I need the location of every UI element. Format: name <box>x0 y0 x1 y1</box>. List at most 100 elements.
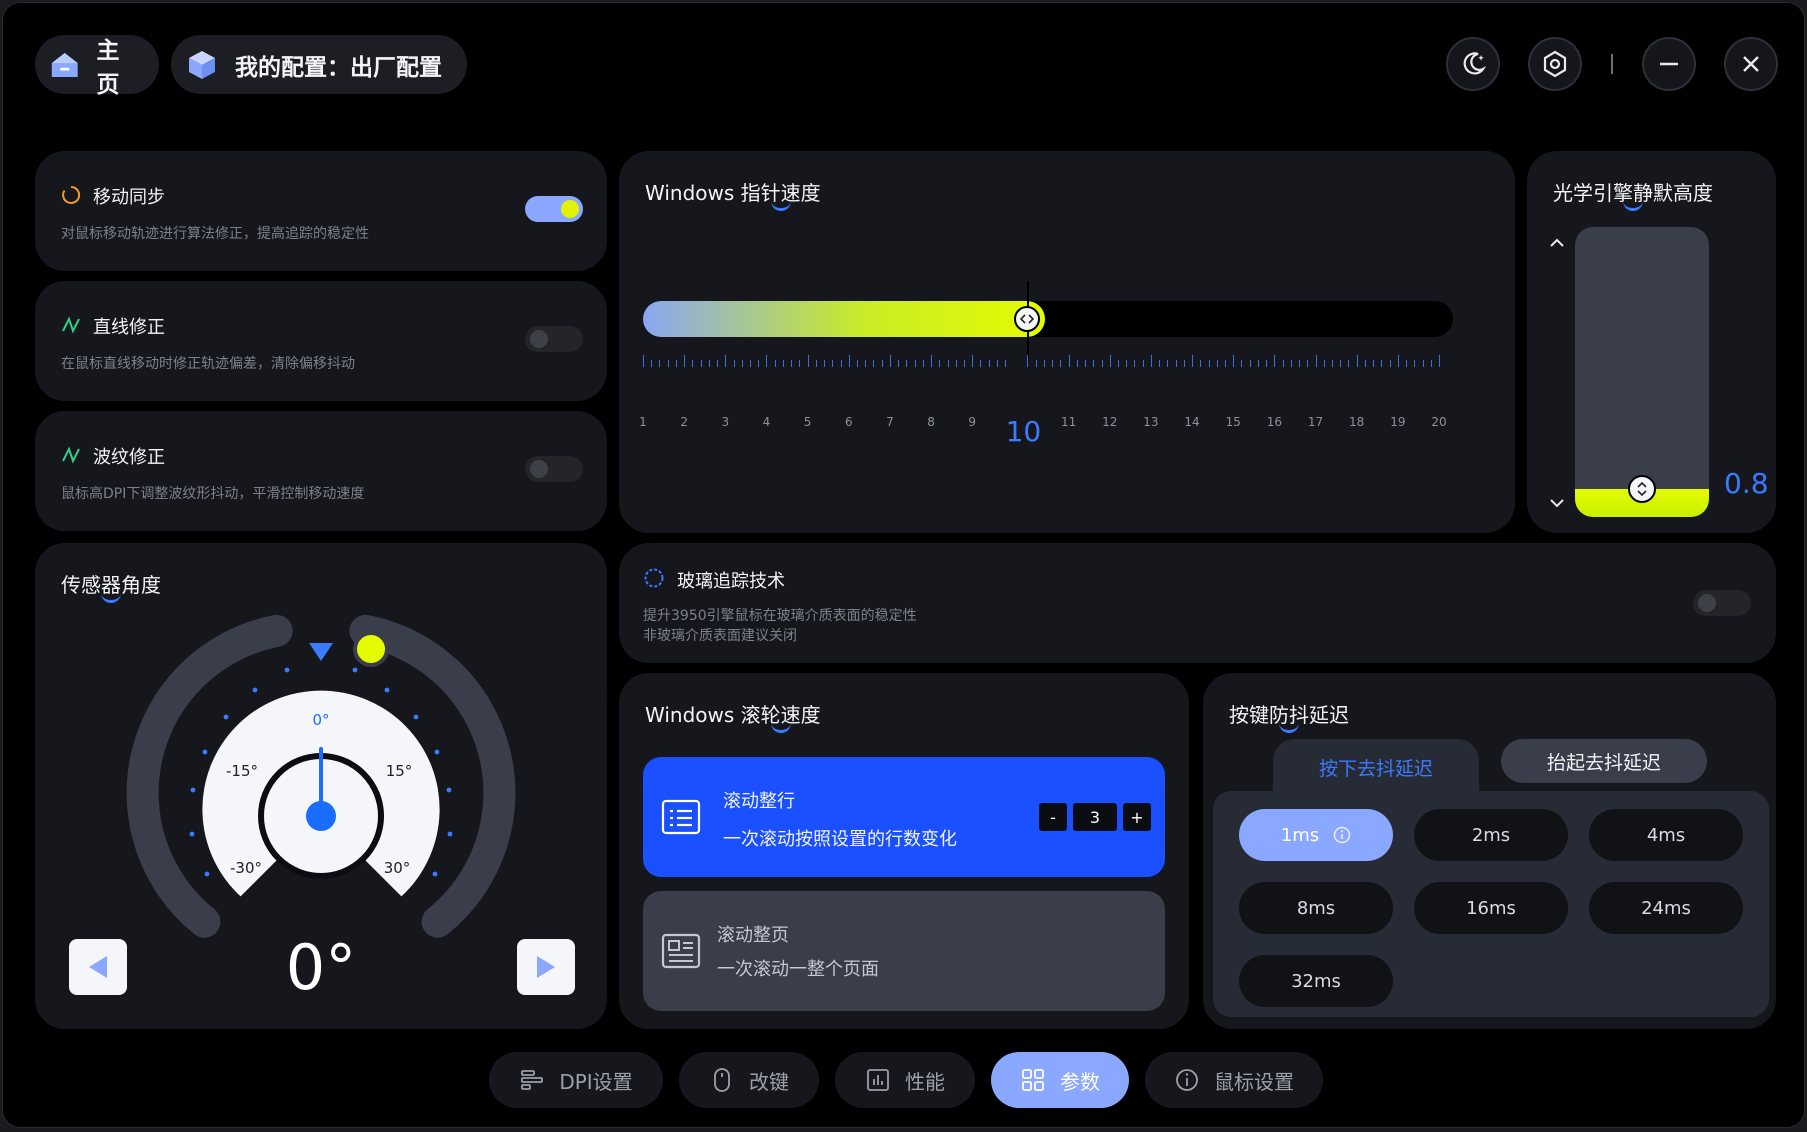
motion-sync-toggle[interactable] <box>525 196 583 222</box>
config-label: 我的配置：出厂配置 <box>235 54 442 81</box>
ripple-control-desc: 鼠标高DPI下调整波纹形抖动，平滑控制移动速度 <box>61 486 365 502</box>
nav-parameters[interactable]: 参数 <box>991 1052 1129 1108</box>
tab-release-debounce[interactable]: 抬起去抖延迟 <box>1501 739 1707 783</box>
scale-tick <box>1331 360 1333 367</box>
scale-tick <box>1439 355 1440 367</box>
scale-tick <box>1422 360 1424 367</box>
scale-tick <box>1381 360 1383 367</box>
motion-sync-title: 移动同步 <box>93 187 165 208</box>
angle-snapping-title: 直线修正 <box>93 317 165 338</box>
info-icon[interactable] <box>1333 826 1351 844</box>
scale-tick <box>889 355 891 367</box>
scroll-line-option[interactable]: 滚动整行 一次滚动按照设置的行数变化 - 3 + <box>643 757 1165 877</box>
scale-tick <box>651 360 653 367</box>
stepper-value[interactable]: 3 <box>1073 803 1117 831</box>
scale-tick <box>931 355 933 367</box>
scale-label: 4 <box>762 415 771 429</box>
angle-handle[interactable] <box>353 631 389 667</box>
cube-icon <box>189 50 215 79</box>
scale-tick <box>996 360 998 367</box>
debounce-option-32ms[interactable]: 32ms <box>1239 955 1393 1007</box>
debounce-card: 按键防抖延迟 按下去抖延迟 抬起去抖延迟 1ms 2ms 4ms 8ms 16m… <box>1203 673 1776 1029</box>
scale-tick <box>1266 360 1268 367</box>
scale-label: 12 <box>1102 415 1118 429</box>
pointer-speed-card: Windows 指针速度 1 2 3 4 5 6 7 8 9 10 11 12 13 14 15 16 17 18… <box>619 151 1515 533</box>
debounce-option-16ms[interactable]: 16ms <box>1414 882 1568 934</box>
theme-toggle-button[interactable] <box>1446 37 1500 91</box>
pointer-speed-fill <box>643 301 1046 337</box>
scale-tick <box>1348 360 1350 367</box>
ripple-control-toggle[interactable] <box>525 456 583 482</box>
config-button[interactable]: 我的配置：出厂配置 <box>171 35 467 94</box>
lod-track[interactable] <box>1575 227 1709 517</box>
moon-icon <box>1463 52 1484 75</box>
settings-button[interactable] <box>1528 37 1582 91</box>
debounce-option-4ms[interactable]: 4ms <box>1589 809 1743 861</box>
drag-arrows-icon <box>1020 314 1035 324</box>
tab-press-debounce[interactable]: 按下去抖延迟 <box>1273 739 1479 795</box>
scale-tick <box>667 360 669 367</box>
info-icon <box>1176 1069 1198 1091</box>
stepper-minus-button[interactable]: - <box>1039 803 1067 831</box>
scale-tick <box>1249 360 1251 367</box>
home-button[interactable]: 主页 <box>35 35 159 98</box>
scroll-speed-title: Windows 滚轮速度 <box>645 703 821 727</box>
scroll-speed-card: Windows 滚轮速度 滚动整行 一次滚动按照设置的行数变化 - 3 + 滚动… <box>619 673 1189 1029</box>
chevron-up-icon[interactable] <box>1547 233 1567 253</box>
minimize-icon <box>1660 62 1678 66</box>
scale-tick <box>865 360 867 367</box>
angle-snapping-toggle[interactable] <box>525 326 583 352</box>
stepper-plus-button[interactable]: + <box>1123 803 1151 831</box>
nav-mouse-settings[interactable]: 鼠标设置 <box>1145 1052 1323 1108</box>
scale-label: 6 <box>844 415 853 429</box>
scale-tick <box>1035 360 1037 367</box>
scale-tick <box>1159 360 1161 367</box>
glass-tracking-toggle[interactable] <box>1693 590 1751 616</box>
scale-tick <box>1027 355 1029 367</box>
pointer-speed-track[interactable] <box>643 301 1453 337</box>
angle-label-neg15: -15° <box>226 762 258 780</box>
scale-tick <box>1373 360 1375 367</box>
scale-tick <box>1315 355 1317 367</box>
page-icon <box>661 933 701 969</box>
scale-tick <box>1167 360 1169 367</box>
scale-tick <box>1068 355 1070 367</box>
debounce-option-1ms[interactable]: 1ms <box>1239 809 1393 861</box>
scale-tick <box>1208 360 1210 367</box>
scale-tick <box>684 355 686 367</box>
scale-tick <box>1299 360 1301 367</box>
scale-tick <box>1183 360 1185 367</box>
nav-performance[interactable]: 性能 <box>835 1052 975 1108</box>
scale-tick <box>848 355 850 367</box>
scroll-page-option[interactable]: 滚动整页 一次滚动一整个页面 <box>643 891 1165 1011</box>
debounce-option-8ms[interactable]: 8ms <box>1239 882 1393 934</box>
minimize-button[interactable] <box>1642 37 1696 91</box>
grid-icon <box>1022 1069 1044 1091</box>
scale-tick <box>1085 360 1087 367</box>
toggle-knob <box>530 330 548 348</box>
sensor-angle-card: 传感器角度 0° -15° 15° -30° 30° 0° <box>35 543 607 1029</box>
gear-icon <box>1543 50 1567 78</box>
scale-tick <box>741 360 743 367</box>
close-button[interactable] <box>1724 37 1778 91</box>
list-icon <box>661 799 701 835</box>
lod-handle[interactable] <box>1628 475 1656 503</box>
scale-tick <box>988 360 990 367</box>
nav-keymap[interactable]: 改键 <box>679 1052 819 1108</box>
lod-card: 光学引擎静默高度 0.8 <box>1527 151 1776 533</box>
scale-tick <box>692 360 694 367</box>
nav-dpi[interactable]: DPI设置 <box>489 1052 663 1108</box>
debounce-option-24ms[interactable]: 24ms <box>1589 882 1743 934</box>
scale-tick <box>1192 355 1194 367</box>
chevron-down-icon[interactable] <box>1547 493 1567 513</box>
scale-tick <box>832 360 834 367</box>
lod-title: 光学引擎静默高度 <box>1553 181 1713 205</box>
debounce-option-2ms[interactable]: 2ms <box>1414 809 1568 861</box>
scale-tick <box>1224 360 1226 367</box>
scale-tick <box>980 360 982 367</box>
scale-tick <box>939 360 941 367</box>
scale-label: 1 <box>639 415 647 429</box>
scale-tick <box>782 360 784 367</box>
ripple-control-title: 波纹修正 <box>93 447 165 468</box>
scale-label: 10 <box>1005 415 1042 448</box>
